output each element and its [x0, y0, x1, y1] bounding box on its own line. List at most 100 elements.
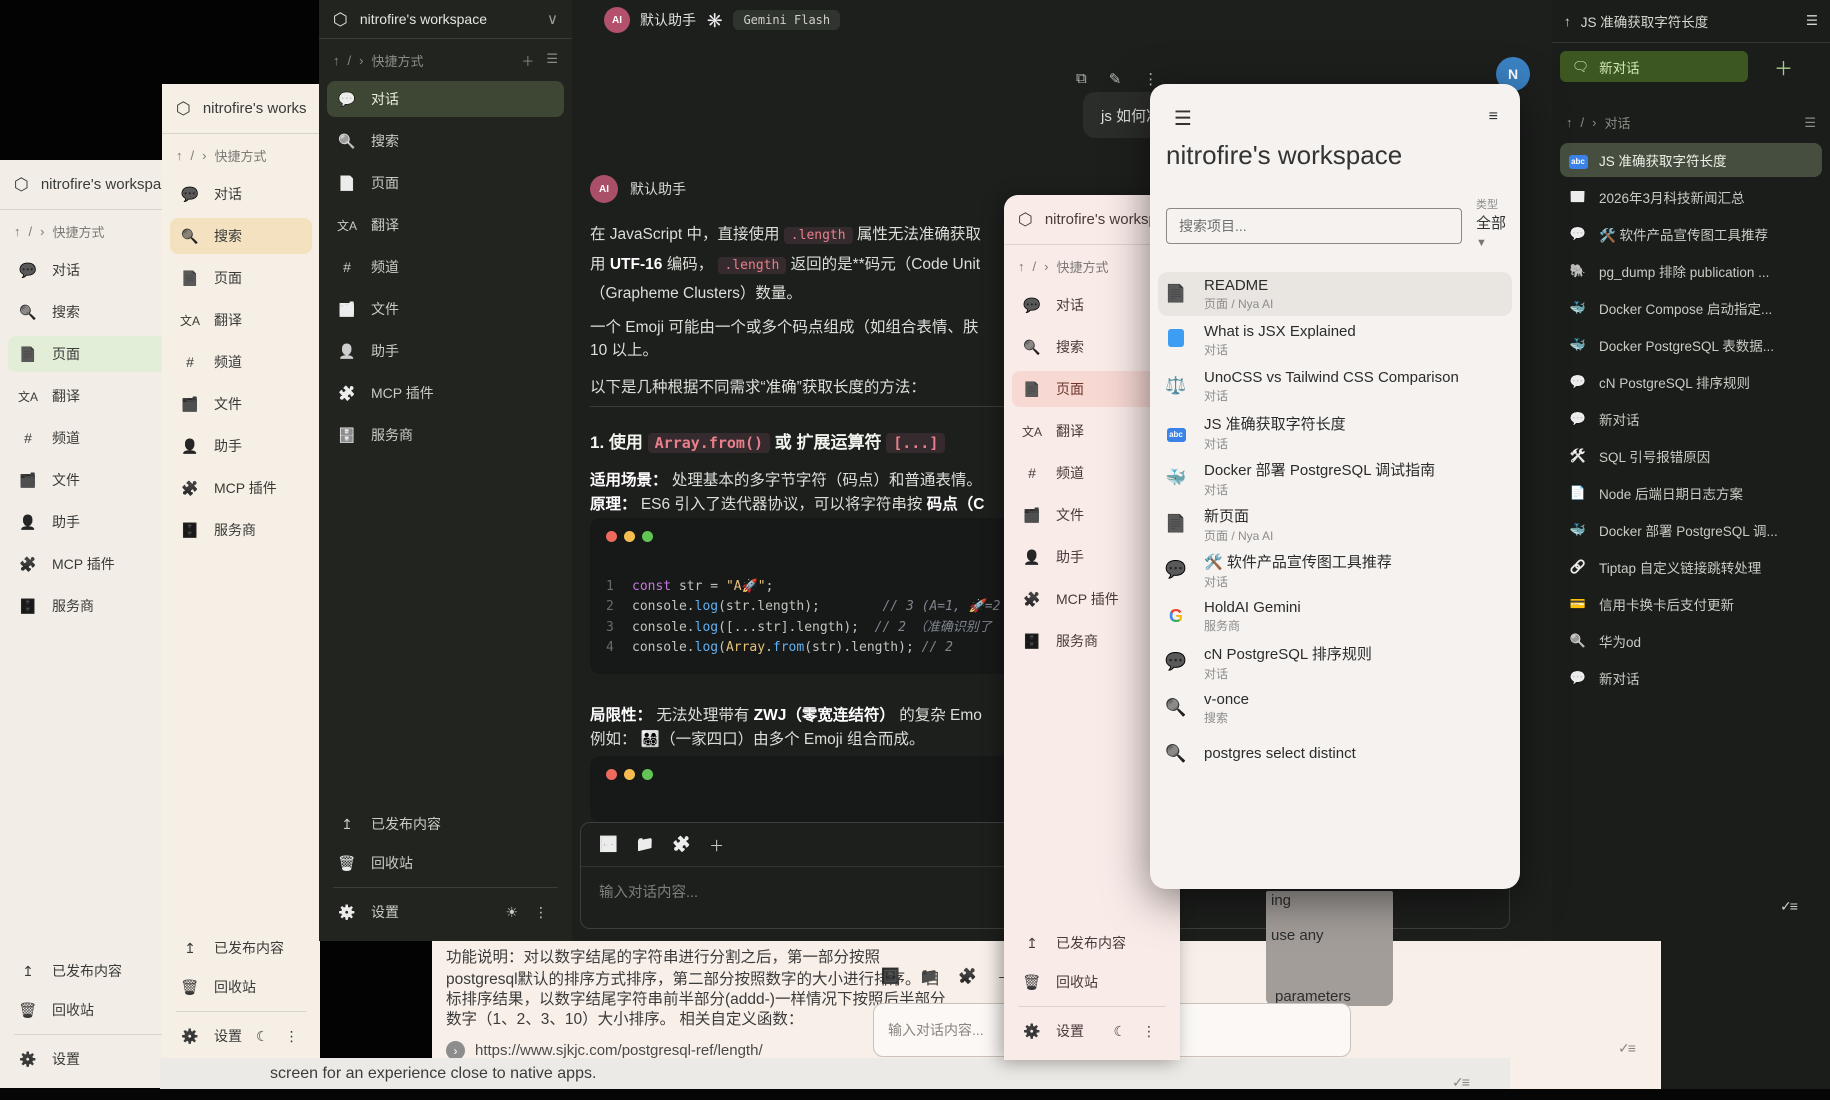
- settings-row[interactable]: ⚙️设置 ☾⋮: [170, 1018, 312, 1054]
- sidebar-item-chat[interactable]: 💬对话: [327, 81, 564, 117]
- up-icon[interactable]: ↑: [1564, 14, 1571, 29]
- search-input[interactable]: 搜索项目...: [1166, 208, 1462, 244]
- more-icon[interactable]: ⋮: [1142, 1023, 1156, 1040]
- search-result-item[interactable]: abc JS 准确获取字符长度对话: [1158, 410, 1512, 454]
- theme-sun-icon[interactable]: ☀: [505, 904, 518, 921]
- conversation-item[interactable]: 📰2026年3月科技新闻汇总: [1560, 180, 1822, 214]
- published-button[interactable]: ↥已发布内容: [170, 930, 312, 966]
- sidebar-item-files[interactable]: 🗂️文件: [170, 386, 312, 422]
- search-result-item[interactable]: 💬 cN PostgreSQL 排序规则对话: [1158, 640, 1512, 684]
- search-result-item[interactable]: 📄 新页面页面 / Nya AI: [1158, 502, 1512, 546]
- search-result-item[interactable]: G HoldAI Gemini服务商: [1158, 594, 1512, 638]
- sidebar-item-pages[interactable]: 📄页面: [1012, 371, 1172, 407]
- up-icon[interactable]: ↑: [14, 224, 21, 239]
- sidebar-item-pages[interactable]: 📄页面: [170, 260, 312, 296]
- sidebar-item-channel[interactable]: #频道: [327, 249, 564, 285]
- more-icon[interactable]: ⋮: [1143, 70, 1152, 88]
- conversation-item[interactable]: 💳信用卡换卡后支付更新: [1560, 587, 1822, 621]
- settings-row[interactable]: ⚙️设置 ☀⋮: [327, 894, 564, 930]
- up-icon[interactable]: ↑: [1018, 259, 1025, 274]
- conversation-item[interactable]: 🛠️SQL 引号报错原因: [1560, 439, 1822, 473]
- search-result-item[interactable]: 💬 🛠️ 软件产品宣传图工具推荐对话: [1158, 548, 1512, 592]
- tasks-icon[interactable]: ✓≡: [1618, 1040, 1634, 1057]
- conversation-item[interactable]: 💬新对话: [1560, 402, 1822, 436]
- conversation-item[interactable]: 🐳Docker PostgreSQL 表数据...: [1560, 328, 1822, 362]
- theme-moon-icon[interactable]: ☾: [256, 1028, 269, 1045]
- sidebar-item-mcp[interactable]: 🧩MCP 插件: [1012, 581, 1172, 617]
- user-message-bubble[interactable]: js 如何准确获取字符长度: [1083, 92, 1152, 138]
- sidebar-item-translate[interactable]: 文A翻译: [170, 302, 312, 338]
- sidebar-item-provider[interactable]: 🗄️服务商: [170, 512, 312, 548]
- conversation-item[interactable]: 🔗Tiptap 自定义链接跳转处理: [1560, 550, 1822, 584]
- sidebar-item-assistant[interactable]: 👤助手: [1012, 539, 1172, 575]
- conversation-item[interactable]: 🔍华为od: [1560, 624, 1822, 658]
- conversation-item[interactable]: 💬cN PostgreSQL 排序规则: [1560, 365, 1822, 399]
- copy-icon[interactable]: ⧉: [1076, 70, 1087, 88]
- sidebar-item-mcp[interactable]: 🧩MCP 插件: [327, 375, 564, 411]
- sidebar-item-files[interactable]: 🗂️文件: [1012, 497, 1172, 533]
- theme-moon-icon[interactable]: ☾: [1113, 1023, 1126, 1040]
- add-conversation-icon[interactable]: ＋: [1774, 54, 1793, 81]
- search-result-item[interactable]: ⚖️ UnoCSS vs Tailwind CSS Comparison对话: [1158, 364, 1512, 408]
- search-result-item[interactable]: 🔍 postgres select distinct: [1158, 732, 1512, 776]
- sidebar-item-provider[interactable]: 🗄️服务商: [1012, 623, 1172, 659]
- sidebar-item-search[interactable]: 🔍搜索: [170, 218, 312, 254]
- published-button[interactable]: ↥已发布内容: [1012, 925, 1172, 961]
- sidebar-item-assistant[interactable]: 👤助手: [327, 333, 564, 369]
- conversation-item[interactable]: 📄Node 后端日期日志方案: [1560, 476, 1822, 510]
- workspace-switcher[interactable]: ⬡ nitrofire's workspace: [162, 84, 320, 134]
- menu-icon[interactable]: ☰: [1174, 106, 1192, 131]
- up-icon[interactable]: ↑: [1566, 115, 1573, 130]
- search-result-item[interactable]: 📄 README页面 / Nya AI: [1158, 272, 1512, 316]
- plugin-icon[interactable]: 🧩: [958, 967, 977, 988]
- trash-button[interactable]: 🗑️回收站: [1012, 964, 1172, 1000]
- more-icon[interactable]: ⋮: [285, 1028, 299, 1045]
- add-icon[interactable]: ＋: [709, 835, 724, 856]
- conversation-item[interactable]: 💬新对话: [1560, 661, 1822, 695]
- sort-icon[interactable]: ☰: [1806, 13, 1818, 29]
- type-filter-select[interactable]: 全部 ▼: [1476, 212, 1520, 250]
- chevron-down-icon[interactable]: ∨: [547, 10, 558, 28]
- image-icon[interactable]: 🖼️: [881, 967, 900, 988]
- sidebar-item-search[interactable]: 🔍搜索: [327, 123, 564, 159]
- conversation-item[interactable]: abcJS 准确获取字符长度: [1560, 143, 1822, 177]
- sidebar-item-pages[interactable]: 📄页面: [327, 165, 564, 201]
- sidebar-item-translate[interactable]: 文A翻译: [327, 207, 564, 243]
- search-result-item[interactable]: What is JSX Explained对话: [1158, 318, 1512, 362]
- sidebar-item-provider[interactable]: 🗄️服务商: [327, 417, 564, 453]
- conversation-item[interactable]: 🐳Docker 部署 PostgreSQL 调...: [1560, 513, 1822, 547]
- sidebar-item-translate[interactable]: 文A翻译: [1012, 413, 1172, 449]
- search-result-item[interactable]: 🔍 v-once搜索: [1158, 686, 1512, 730]
- folder-icon[interactable]: 📁: [636, 835, 655, 856]
- sidebar-item-mcp[interactable]: 🧩MCP 插件: [170, 470, 312, 506]
- plugin-icon[interactable]: 🧩: [672, 835, 691, 856]
- add-icon[interactable]: ＋: [521, 51, 534, 70]
- conversation-item[interactable]: 💬🛠️ 软件产品宣传图工具推荐: [1560, 217, 1822, 251]
- edit-icon[interactable]: ✎: [1109, 70, 1122, 88]
- model-badge[interactable]: Gemini Flash: [733, 10, 840, 30]
- sidebar-item-chat[interactable]: 💬对话: [1012, 287, 1172, 323]
- conversation-item[interactable]: 🐳Docker Compose 启动指定...: [1560, 291, 1822, 325]
- filter-icon[interactable]: ≡: [1489, 108, 1498, 126]
- workspace-switcher[interactable]: ⬡ nitrofire's workspace ∨: [319, 0, 572, 39]
- sidebar-item-chat[interactable]: 💬对话: [170, 176, 312, 212]
- tasks-icon[interactable]: ✓≡: [1780, 898, 1796, 915]
- sidebar-item-files[interactable]: 🗂️文件: [327, 291, 564, 327]
- reference-link[interactable]: https://www.sjkjc.com/postgresql-ref/len…: [475, 1042, 763, 1059]
- sort-icon[interactable]: ☰: [1804, 115, 1816, 131]
- image-icon[interactable]: 🖼️: [599, 835, 618, 856]
- settings-row[interactable]: ⚙️设置 ☾⋮: [1012, 1013, 1172, 1049]
- search-result-item[interactable]: 🐳 Docker 部署 PostgreSQL 调试指南对话: [1158, 456, 1512, 500]
- conversation-item[interactable]: 🐘pg_dump 排除 publication ...: [1560, 254, 1822, 288]
- sidebar-item-channel[interactable]: #频道: [1012, 455, 1172, 491]
- sidebar-item-channel[interactable]: #频道: [170, 344, 312, 380]
- sort-icon[interactable]: ☰: [546, 51, 558, 70]
- new-chat-button[interactable]: 🗨 新对话: [1560, 51, 1748, 82]
- sidebar-item-search[interactable]: 🔍搜索: [1012, 329, 1172, 365]
- up-icon[interactable]: ↑: [333, 53, 340, 68]
- trash-button[interactable]: 🗑️回收站: [327, 845, 564, 881]
- more-icon[interactable]: ⋮: [534, 904, 548, 921]
- folder-icon[interactable]: 📁: [920, 967, 939, 988]
- up-icon[interactable]: ↑: [176, 148, 183, 163]
- published-button[interactable]: ↥已发布内容: [327, 806, 564, 842]
